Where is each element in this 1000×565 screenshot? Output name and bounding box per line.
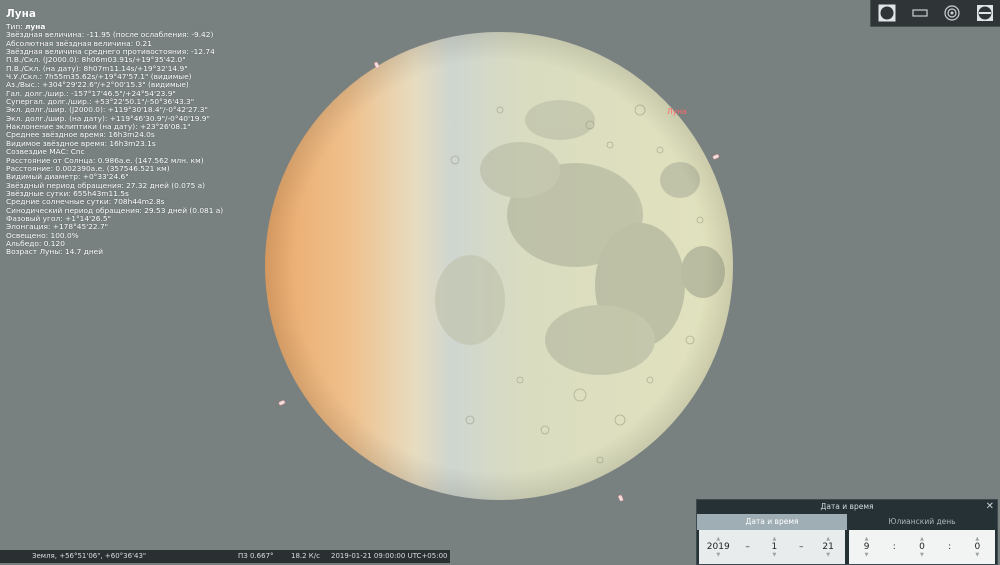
time-separator: : bbox=[892, 542, 896, 552]
status-fps: 18.2 К/с bbox=[291, 552, 320, 560]
datetime-fields: ▲ 2019 ▼ – ▲ 1 ▼ – ▲ 21 ▼ ▲ 9 ▼ : ▲ 0 ▼ … bbox=[697, 530, 997, 564]
circle-filled-icon bbox=[878, 4, 896, 22]
horizon-view-button[interactable] bbox=[974, 3, 996, 23]
year-value: 2019 bbox=[706, 542, 730, 552]
info-line-value: 29.53 дней (0.081 а) bbox=[144, 205, 224, 215]
second-spinner[interactable]: ▲ 0 ▼ bbox=[968, 536, 986, 558]
datetime-panel-title: Дата и время bbox=[820, 502, 874, 511]
status-fov: ПЗ 0.667° bbox=[238, 552, 274, 560]
time-separator: : bbox=[948, 542, 952, 552]
chevron-down-icon[interactable]: ▼ bbox=[975, 552, 979, 558]
day-spinner[interactable]: ▲ 21 ▼ bbox=[819, 536, 837, 558]
status-bar: Земля, +56°51'06", +60°36'43" ПЗ 0.667° … bbox=[0, 550, 450, 563]
date-separator: – bbox=[799, 542, 804, 552]
view-toolbar bbox=[870, 0, 1000, 27]
tab-julian-day[interactable]: Юлианский день bbox=[847, 514, 997, 530]
minute-spinner[interactable]: ▲ 0 ▼ bbox=[913, 536, 931, 558]
info-line-value: 16h3m23.1s bbox=[109, 138, 156, 148]
rectangle-view-button[interactable] bbox=[909, 3, 931, 23]
moon-disk[interactable] bbox=[265, 32, 733, 500]
status-datetime[interactable]: 2019-01-21 09:00:00 UTC+05:00 bbox=[331, 550, 447, 563]
chevron-down-icon[interactable]: ▼ bbox=[920, 552, 924, 558]
date-field-group: ▲ 2019 ▼ – ▲ 1 ▼ – ▲ 21 ▼ bbox=[699, 530, 845, 564]
date-separator: – bbox=[745, 542, 750, 552]
chevron-down-icon[interactable]: ▼ bbox=[826, 552, 830, 558]
month-value: 1 bbox=[771, 542, 778, 552]
info-line-value: 14.7 дней bbox=[64, 247, 104, 257]
day-value: 21 bbox=[822, 542, 834, 552]
rectangle-icon bbox=[912, 9, 928, 17]
horizon-disk-icon bbox=[976, 5, 993, 21]
info-line-value: 27.32 дней (0.075 а) bbox=[126, 180, 206, 190]
target-view-button[interactable] bbox=[941, 3, 963, 23]
object-info-panel: Луна Тип: луна Звёздная величина: -11.95 … bbox=[6, 8, 223, 257]
chevron-down-icon[interactable]: ▼ bbox=[772, 552, 776, 558]
chevron-down-icon[interactable]: ▼ bbox=[716, 552, 720, 558]
second-value: 0 bbox=[974, 542, 981, 552]
info-line: Возраст Луны: 14.7 дней bbox=[6, 248, 223, 256]
tab-date-time[interactable]: Дата и время bbox=[697, 514, 847, 530]
close-icon[interactable]: ✕ bbox=[986, 501, 994, 512]
info-line-label: Возраст Луны: bbox=[6, 247, 63, 257]
year-spinner[interactable]: ▲ 2019 ▼ bbox=[707, 536, 730, 558]
datetime-tabs: Дата и время Юлианский день bbox=[697, 514, 997, 530]
hour-value: 9 bbox=[863, 542, 870, 552]
moon-label: Луна bbox=[667, 107, 687, 116]
time-field-group: ▲ 9 ▼ : ▲ 0 ▼ : ▲ 0 ▼ bbox=[849, 530, 995, 564]
datetime-panel: Дата и время ✕ Дата и время Юлианский де… bbox=[696, 499, 998, 565]
target-icon bbox=[944, 5, 960, 21]
minute-value: 0 bbox=[919, 542, 925, 552]
chevron-down-icon[interactable]: ▼ bbox=[865, 552, 869, 558]
full-disk-view-button[interactable] bbox=[876, 3, 898, 23]
info-line-value: -12.74 bbox=[191, 47, 215, 57]
object-info-lines: Тип: луна Звёздная величина: -11.95 (посл… bbox=[6, 22, 224, 257]
month-spinner[interactable]: ▲ 1 ▼ bbox=[765, 536, 783, 558]
hour-spinner[interactable]: ▲ 9 ▼ bbox=[858, 536, 876, 558]
status-location[interactable]: Земля, +56°51'06", +60°36'43" bbox=[32, 550, 146, 563]
object-title: Луна bbox=[6, 8, 36, 20]
